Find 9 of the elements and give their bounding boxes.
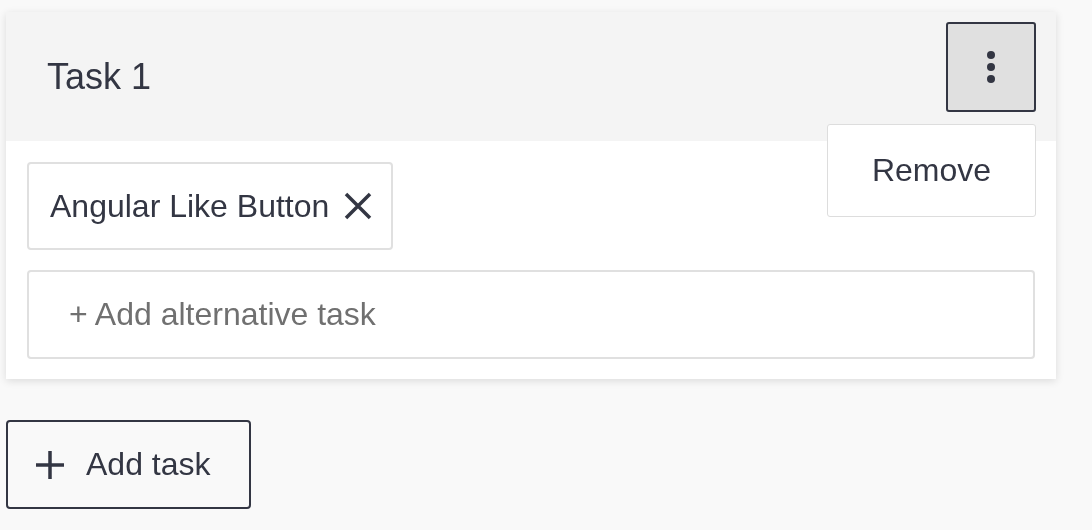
alternative-task-input[interactable]: + Add alternative task bbox=[27, 270, 1035, 359]
more-vertical-icon bbox=[985, 48, 997, 85]
more-options-button[interactable] bbox=[946, 21, 1036, 112]
plus-icon bbox=[34, 448, 66, 481]
add-task-button[interactable]: Add task bbox=[6, 420, 251, 509]
remove-menu-item[interactable]: Remove bbox=[828, 125, 1035, 216]
task-title: Task 1 bbox=[47, 55, 152, 98]
close-icon[interactable] bbox=[343, 191, 374, 221]
chip-label: Angular Like Button bbox=[50, 187, 330, 225]
